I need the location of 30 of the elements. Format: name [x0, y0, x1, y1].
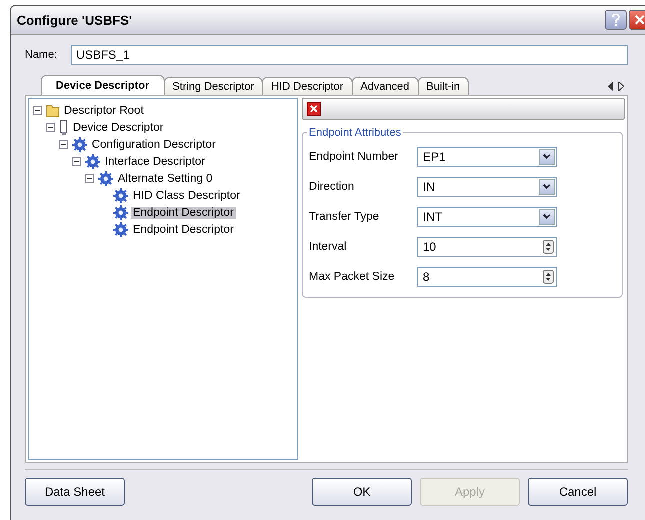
tab[interactable]: Advanced: [352, 77, 419, 95]
dialog-button[interactable]: Data Sheet: [25, 478, 125, 506]
field-label: Transfer Type: [309, 211, 380, 223]
tree-item[interactable]: Interface Descriptor: [103, 156, 208, 168]
dropdown[interactable]: INT: [417, 207, 557, 227]
window-title: Configure 'USBFS': [17, 12, 134, 28]
name-field[interactable]: USBFS_1: [71, 45, 628, 65]
spin-field[interactable]: 10: [417, 237, 557, 257]
dialog-button[interactable]: OK: [312, 478, 412, 506]
name-label: Name:: [25, 49, 58, 61]
dialog-button[interactable]: Cancel: [528, 478, 628, 506]
field-label: Interval: [309, 241, 348, 253]
group-title: Endpoint Attributes: [307, 127, 404, 139]
tab[interactable]: HID Descriptor: [262, 77, 353, 95]
tab[interactable]: Built-in: [418, 77, 470, 95]
tab[interactable]: Device Descriptor: [41, 75, 165, 95]
tree-item[interactable]: Device Descriptor: [71, 122, 166, 134]
tree-item[interactable]: HID Class Descriptor: [131, 190, 242, 202]
tree-item[interactable]: Alternate Setting 0: [116, 172, 215, 184]
tab[interactable]: String Descriptor: [164, 77, 264, 95]
tree-item[interactable]: Endpoint Descriptor: [131, 206, 236, 218]
field-label: Max Packet Size: [309, 271, 396, 283]
dropdown[interactable]: EP1: [417, 147, 557, 167]
field-label: Direction: [309, 181, 356, 193]
dropdown[interactable]: IN: [417, 177, 557, 197]
field-label: Endpoint Number: [309, 151, 400, 163]
tree-item[interactable]: Descriptor Root: [62, 104, 146, 116]
tree-item[interactable]: Endpoint Descriptor: [131, 224, 236, 236]
spin-field[interactable]: 8: [417, 267, 557, 287]
tree-item[interactable]: Configuration Descriptor: [90, 138, 218, 150]
